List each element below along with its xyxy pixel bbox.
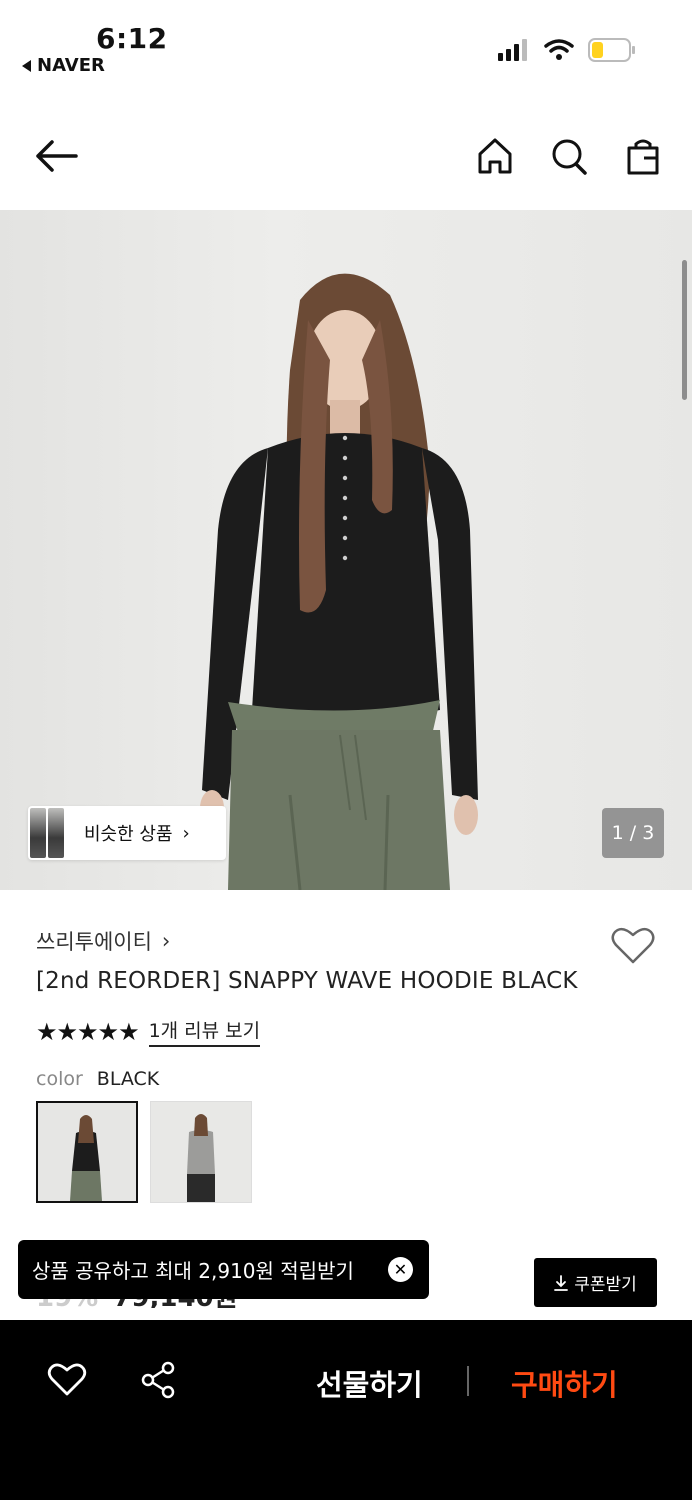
back-app-label: NAVER [37, 55, 105, 76]
wishlist-heart-icon[interactable] [610, 924, 656, 966]
review-link[interactable]: 1개 리뷰 보기 [148, 1016, 261, 1047]
status-bar: 6:12 NAVER [0, 0, 692, 100]
product-title: [2nd REORDER] SNAPPY WAVE HOODIE BLACK [36, 968, 578, 994]
color-swatches [36, 1101, 252, 1203]
brand-link[interactable]: 쓰리투에이티 › [36, 926, 170, 956]
download-icon [554, 1274, 569, 1291]
rating-row: ★★★★★ 1개 리뷰 보기 [36, 1016, 261, 1047]
color-label: color [36, 1068, 83, 1090]
status-icons [498, 38, 636, 62]
top-nav-bar [0, 110, 692, 202]
cellular-signal-icon [498, 39, 527, 61]
battery-icon [588, 38, 635, 62]
buy-button[interactable]: 구매하기 [511, 1362, 618, 1404]
swatch-black[interactable] [36, 1101, 138, 1203]
close-icon[interactable]: ✕ [388, 1257, 413, 1282]
coupon-label: 쿠폰받기 [574, 1275, 637, 1295]
wifi-icon [544, 39, 574, 60]
heart-icon[interactable] [47, 1360, 87, 1400]
color-value: BLACK [96, 1068, 160, 1090]
similar-products-label: 비슷한 상품 [84, 824, 173, 845]
back-triangle-icon [22, 59, 31, 72]
scroll-indicator[interactable] [682, 260, 687, 400]
brand-name: 쓰리투에이티 [36, 930, 152, 954]
back-to-app-link[interactable]: NAVER [22, 55, 105, 76]
star-rating: ★★★★★ [36, 1017, 140, 1046]
home-icon[interactable] [476, 136, 514, 176]
search-icon[interactable] [550, 136, 588, 176]
nav-actions [476, 136, 662, 176]
product-photo [200, 273, 478, 890]
share-reward-toast[interactable]: 상품 공유하고 최대 2,910원 적립받기 ✕ [18, 1240, 429, 1299]
image-pager: 1 / 3 [602, 808, 664, 858]
gift-button[interactable]: 선물하기 [316, 1362, 423, 1404]
toast-text: 상품 공유하고 최대 2,910원 적립받기 [32, 1259, 354, 1283]
shopping-bag-icon[interactable] [624, 136, 662, 176]
back-arrow-icon[interactable] [30, 136, 82, 176]
product-image-carousel[interactable]: 비슷한 상품 › 1 / 3 [0, 210, 692, 890]
divider [467, 1366, 469, 1396]
coupon-button[interactable]: 쿠폰받기 [534, 1258, 657, 1307]
swatch-black-image [38, 1103, 136, 1201]
swatch-gray[interactable] [150, 1101, 252, 1203]
color-row: color BLACK [36, 1068, 159, 1090]
status-time: 6:12 [96, 22, 168, 55]
share-icon[interactable] [138, 1360, 178, 1400]
chevron-right-icon: › [161, 929, 171, 953]
similar-products-button[interactable]: 비슷한 상품 › [28, 806, 226, 860]
bottom-action-bar: 선물하기 구매하기 [0, 1320, 692, 1500]
similar-thumbnails [28, 806, 64, 860]
swatch-gray-image [151, 1102, 251, 1202]
chevron-right-icon: › [182, 822, 190, 844]
